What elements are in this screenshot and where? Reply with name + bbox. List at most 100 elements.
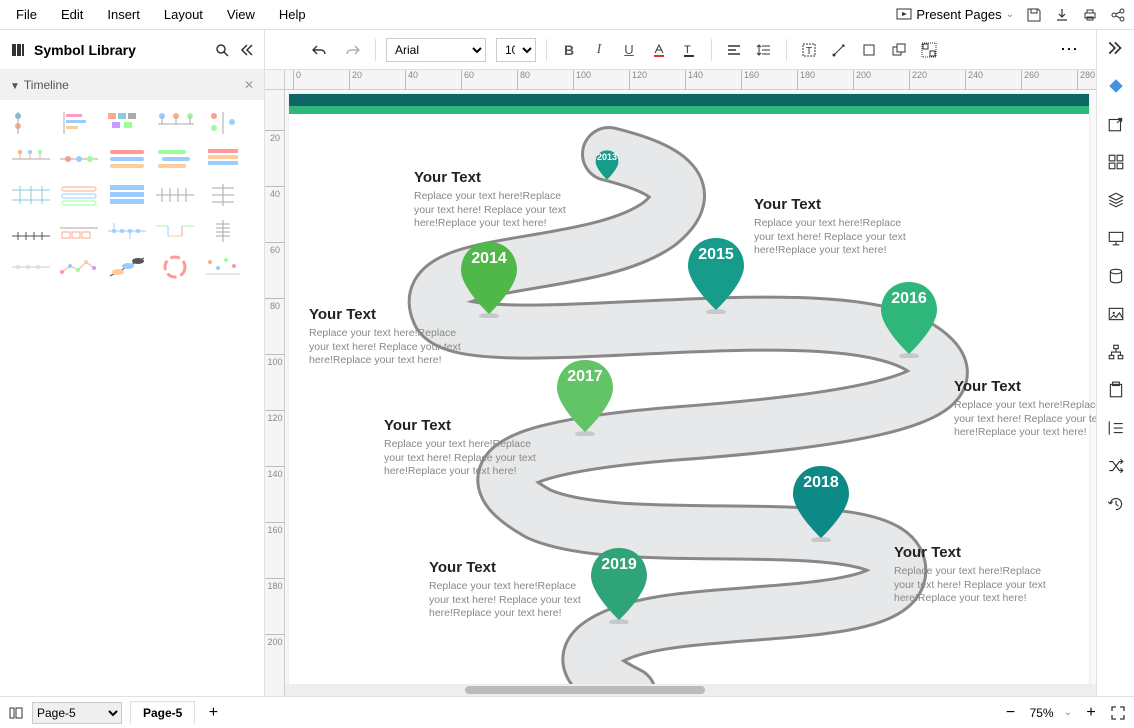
timeline-textblock[interactable]: Your TextReplace your text here!Replace … (954, 378, 1096, 440)
close-panel-icon[interactable]: ✕ (244, 78, 254, 92)
shape-item[interactable] (200, 108, 246, 138)
triangle-down-icon: ▼ (10, 81, 20, 92)
shape-item[interactable] (152, 108, 198, 138)
menu-help[interactable]: Help (279, 7, 306, 22)
shape-item[interactable] (8, 108, 54, 138)
timeline-textblock[interactable]: Your TextReplace your text here!Replace … (429, 559, 599, 621)
image-icon[interactable] (1104, 302, 1128, 326)
present-button[interactable]: Present Pages ⌄ (896, 7, 1014, 23)
svg-text:T: T (806, 46, 812, 57)
save-icon[interactable] (1026, 7, 1042, 23)
timeline-pin-2017[interactable]: 2017 (553, 356, 617, 436)
download-icon[interactable] (1054, 7, 1070, 23)
shape-item[interactable] (152, 144, 198, 174)
pages-list-icon[interactable] (8, 705, 24, 721)
shape-outline-button[interactable] (857, 38, 881, 62)
align-button[interactable] (722, 38, 746, 62)
menu-edit[interactable]: Edit (61, 7, 83, 22)
group-button[interactable] (917, 38, 941, 62)
page-canvas[interactable]: 2013 2014 2015 2016 2017 2018 2019Your T… (289, 94, 1089, 694)
shape-item[interactable] (56, 216, 102, 246)
fill-style-icon[interactable] (1104, 74, 1128, 98)
chevron-down-icon[interactable]: ⌄ (1064, 707, 1072, 718)
redo-button[interactable] (341, 38, 365, 62)
timeline-pin-2015[interactable]: 2015 (684, 234, 748, 314)
menu-file[interactable]: File (16, 7, 37, 22)
horizontal-scrollbar[interactable] (285, 684, 1096, 696)
italic-button[interactable]: I (587, 38, 611, 62)
shape-item[interactable] (152, 252, 198, 282)
font-size-select[interactable]: 10 (496, 38, 536, 62)
search-icon[interactable] (214, 42, 230, 58)
shape-item[interactable] (104, 144, 150, 174)
zoom-in-button[interactable]: + (1082, 704, 1100, 722)
timeline-textblock[interactable]: Your TextReplace your text here!Replace … (309, 306, 479, 368)
line-spacing-button[interactable] (752, 38, 776, 62)
shape-item[interactable] (152, 180, 198, 210)
grid-icon[interactable] (1104, 150, 1128, 174)
timeline-textblock[interactable]: Your TextReplace your text here!Replace … (414, 169, 584, 231)
timeline-pin-2016[interactable]: 2016 (877, 278, 941, 358)
shape-item[interactable] (8, 180, 54, 210)
arrange-button[interactable] (887, 38, 911, 62)
layers-icon[interactable] (1104, 188, 1128, 212)
more-button[interactable]: ⋯ (1056, 39, 1084, 60)
zoom-level[interactable]: 75% (1030, 706, 1054, 720)
shape-item[interactable] (104, 216, 150, 246)
print-icon[interactable] (1082, 7, 1098, 23)
share-icon[interactable] (1110, 7, 1126, 23)
history-icon[interactable] (1104, 492, 1128, 516)
shape-item[interactable] (200, 216, 246, 246)
canvas-scroll[interactable]: 2013 2014 2015 2016 2017 2018 2019Your T… (285, 90, 1096, 696)
clipboard-icon[interactable] (1104, 378, 1128, 402)
shape-item[interactable] (56, 252, 102, 282)
menu-insert[interactable]: Insert (107, 7, 140, 22)
shape-item[interactable] (152, 216, 198, 246)
indent-icon[interactable] (1104, 416, 1128, 440)
shape-item[interactable] (56, 180, 102, 210)
shape-item[interactable] (56, 144, 102, 174)
shape-item[interactable] (8, 216, 54, 246)
shape-item[interactable] (104, 252, 150, 282)
shape-item[interactable] (56, 108, 102, 138)
add-page-button[interactable]: + (203, 703, 223, 723)
shape-item[interactable] (8, 144, 54, 174)
menu-layout[interactable]: Layout (164, 7, 203, 22)
scrollbar-thumb[interactable] (465, 686, 705, 694)
shape-item[interactable] (104, 180, 150, 210)
export-shape-icon[interactable] (1104, 112, 1128, 136)
shape-item[interactable] (200, 180, 246, 210)
timeline-panel-header[interactable]: ▼Timeline ✕ (0, 70, 264, 100)
sitemap-icon[interactable] (1104, 340, 1128, 364)
bold-button[interactable]: B (557, 38, 581, 62)
text-tool-button[interactable]: T (797, 38, 821, 62)
timeline-textblock[interactable]: Your TextReplace your text here!Replace … (894, 544, 1064, 606)
font-color-button[interactable] (647, 38, 671, 62)
undo-button[interactable] (307, 38, 331, 62)
database-icon[interactable] (1104, 264, 1128, 288)
page-header-bar-green (289, 106, 1089, 114)
fullscreen-icon[interactable] (1110, 705, 1126, 721)
shape-item[interactable] (200, 252, 246, 282)
menu-view[interactable]: View (227, 7, 255, 22)
timeline-pin-2018[interactable]: 2018 (789, 462, 853, 542)
collapse-sidebar-icon[interactable] (238, 42, 254, 58)
textblock-title: Your Text (384, 417, 554, 434)
zoom-out-button[interactable]: − (1002, 704, 1020, 722)
page-select[interactable]: Page-5 (32, 702, 122, 724)
font-select[interactable]: Arial (386, 38, 486, 62)
shape-item[interactable] (8, 252, 54, 282)
underline-button[interactable]: U (617, 38, 641, 62)
page-tab[interactable]: Page-5 (130, 701, 195, 724)
shape-item[interactable] (200, 144, 246, 174)
presentation-icon[interactable] (1104, 226, 1128, 250)
shuffle-icon[interactable] (1104, 454, 1128, 478)
connector-button[interactable] (827, 38, 851, 62)
timeline-textblock[interactable]: Your TextReplace your text here!Replace … (754, 196, 924, 258)
expand-right-icon[interactable] (1104, 36, 1128, 60)
timeline-pin-2013[interactable]: 2013 (594, 148, 620, 182)
timeline-textblock[interactable]: Your Text Replace your text here!Replace … (384, 417, 554, 479)
shape-item[interactable] (104, 108, 150, 138)
textblock-body: Replace your text here!Replace your text… (384, 438, 554, 479)
highlight-button[interactable]: T (677, 38, 701, 62)
